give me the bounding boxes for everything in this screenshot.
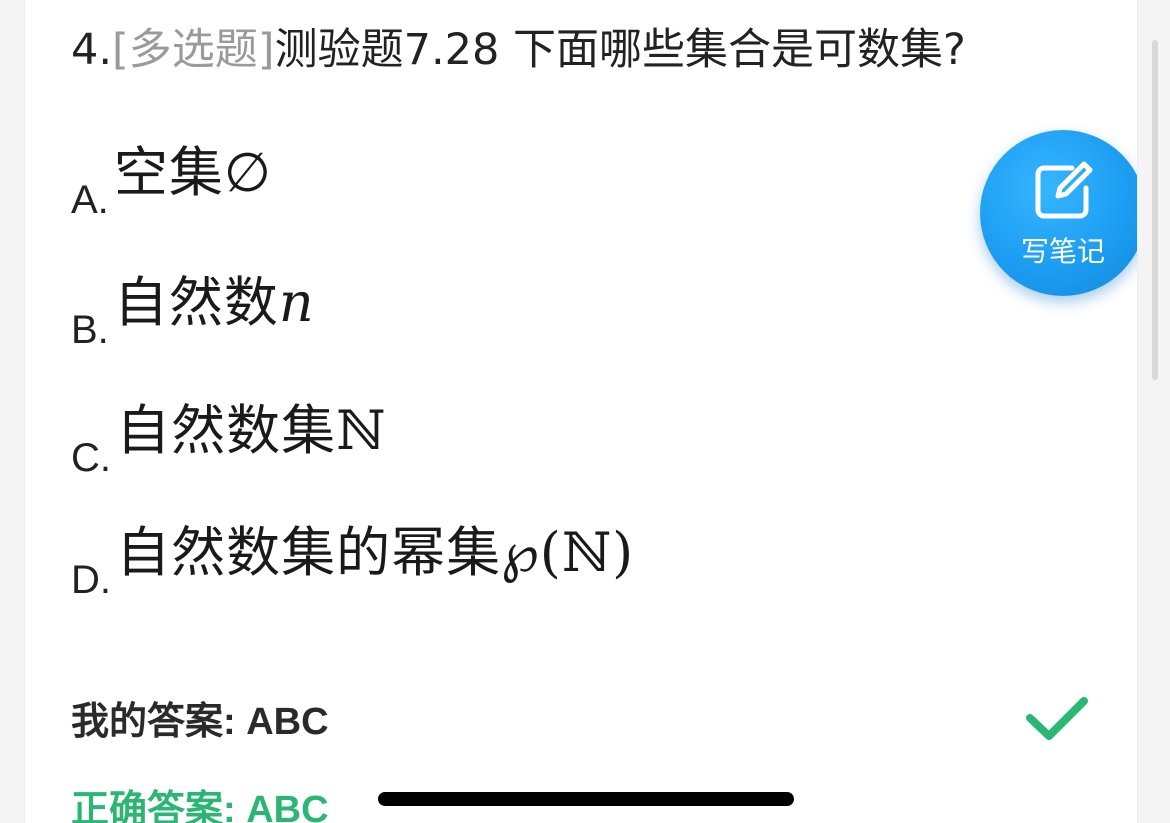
- correct-answer-value: ABC: [246, 789, 329, 823]
- write-note-button[interactable]: 写笔记: [980, 130, 1137, 296]
- question-text: 测验题7.28 下面哪些集合是可数集?: [274, 25, 966, 75]
- my-answer-label: 我的答案:: [71, 701, 236, 743]
- option-text: 自然数集的幂集℘(ℕ): [116, 521, 635, 584]
- option-letter: A.: [71, 178, 109, 222]
- option-letter: B.: [71, 308, 109, 352]
- question-card: 4.[多选题]测验题7.28 下面哪些集合是可数集? A. 空集∅ B. 自然数…: [24, 0, 1138, 823]
- option-letter: D.: [71, 558, 111, 602]
- check-icon: [1026, 697, 1088, 740]
- natural-numbers-symbol: ℕ: [336, 399, 387, 462]
- option-text: 自然数n: [113, 271, 315, 334]
- home-indicator[interactable]: [378, 792, 794, 806]
- write-note-label: 写笔记: [1020, 235, 1105, 268]
- question-number: 4.: [71, 25, 113, 75]
- question-type-tag: [多选题]: [112, 25, 275, 75]
- option-c[interactable]: C. 自然数集ℕ: [71, 386, 386, 481]
- option-d[interactable]: D. 自然数集的幂集℘(ℕ): [71, 508, 634, 603]
- correct-answer: 正确答案: ABC: [71, 778, 329, 823]
- scrollbar[interactable]: [1152, 40, 1158, 380]
- option-text: 自然数集ℕ: [116, 399, 387, 462]
- option-b[interactable]: B. 自然数n: [71, 258, 315, 353]
- my-answer: 我的答案: ABC: [71, 690, 329, 745]
- my-answer-value: ABC: [246, 701, 329, 743]
- variable-n-symbol: n: [278, 271, 315, 334]
- correct-answer-label: 正确答案:: [71, 789, 236, 823]
- option-letter: C.: [71, 436, 111, 480]
- question-title: 4.[多选题]测验题7.28 下面哪些集合是可数集?: [71, 22, 966, 78]
- option-text: 空集∅: [113, 141, 272, 204]
- power-set-symbol: ℘(ℕ): [501, 521, 635, 584]
- option-a[interactable]: A. 空集∅: [71, 128, 272, 223]
- empty-set-symbol: ∅: [223, 141, 272, 204]
- edit-note-icon: [1035, 161, 1093, 219]
